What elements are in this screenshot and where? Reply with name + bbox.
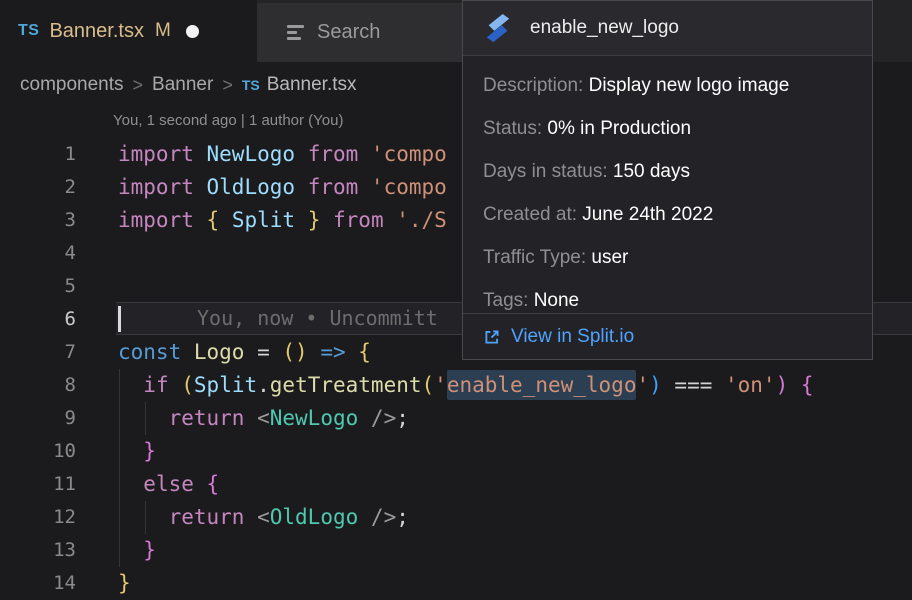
line-number: 6 <box>0 303 76 336</box>
breadcrumb-item-components[interactable]: components <box>20 74 124 96</box>
code-text: else { <box>118 468 219 501</box>
code-text: } <box>118 435 156 468</box>
tooltip-rows: Description: Display new logo imageStatu… <box>463 56 872 322</box>
line-number: 3 <box>0 204 76 237</box>
vscode-window: TS Banner.tsx M Search components > Bann… <box>0 0 912 600</box>
tooltip-row: Status: 0% in Production <box>483 107 852 150</box>
search-list-icon <box>287 25 304 40</box>
code-text: } <box>118 534 156 567</box>
tooltip-row-label: Status: <box>483 118 547 140</box>
code-line-10[interactable]: 10 } <box>0 435 912 468</box>
tooltip-row-label: Traffic Type: <box>483 247 591 269</box>
breadcrumb-item-banner[interactable]: Banner <box>152 74 213 96</box>
tooltip-row-value: user <box>591 247 628 269</box>
line-number: 7 <box>0 336 76 369</box>
line-number: 10 <box>0 435 76 468</box>
external-link-icon <box>483 328 501 346</box>
breadcrumb: components > Banner > TS Banner.tsx <box>20 74 357 96</box>
code-text: } <box>118 567 131 600</box>
tooltip-footer: View in Split.io <box>463 313 872 359</box>
code-text: const Logo = () => { <box>118 336 371 369</box>
line-number: 13 <box>0 534 76 567</box>
tooltip-row-label: Description: <box>483 75 589 97</box>
line-number: 4 <box>0 237 76 270</box>
tooltip-row-label: Created at: <box>483 204 582 226</box>
code-line-11[interactable]: 11 else { <box>0 468 912 501</box>
tooltip-row: Days in status: 150 days <box>483 150 852 193</box>
tooltip-row-value: Display new logo image <box>589 75 790 97</box>
code-text: import { Split } from './S <box>118 204 447 237</box>
line-number: 8 <box>0 369 76 402</box>
tooltip-header: enable_new_logo <box>463 1 872 56</box>
view-in-split-label: View in Split.io <box>511 326 634 348</box>
tooltip-row-value: None <box>534 290 579 312</box>
code-text: return <NewLogo />; <box>118 402 409 435</box>
tooltip-row-value: June 24th 2022 <box>582 204 713 226</box>
code-line-12[interactable]: 12 return <OldLogo />; <box>0 501 912 534</box>
split-io-logo-icon <box>483 13 513 43</box>
typescript-file-icon: TS <box>18 22 39 40</box>
tooltip-row-value: 0% in Production <box>547 118 691 140</box>
code-text: import OldLogo from 'compo <box>118 171 447 204</box>
feature-flag-name: enable_new_logo <box>530 17 679 39</box>
chevron-right-icon: > <box>222 75 233 96</box>
line-number: 9 <box>0 402 76 435</box>
tab-label: Banner.tsx <box>49 20 144 43</box>
code-line-13[interactable]: 13 } <box>0 534 912 567</box>
line-number: 1 <box>0 138 76 171</box>
tooltip-row-label: Days in status: <box>483 161 613 183</box>
breadcrumb-item-file[interactable]: Banner.tsx <box>267 74 357 96</box>
tab-search-label: Search <box>317 21 380 44</box>
code-text: return <OldLogo />; <box>118 501 409 534</box>
view-in-split-link[interactable]: View in Split.io <box>483 326 634 348</box>
code-line-14[interactable]: 14} <box>0 567 912 600</box>
line-number: 11 <box>0 468 76 501</box>
git-modified-badge: M <box>155 20 171 42</box>
tab-search[interactable]: Search <box>257 3 462 62</box>
tooltip-row: Description: Display new logo image <box>483 64 852 107</box>
tooltip-row-value: 150 days <box>613 161 690 183</box>
codelens-blame[interactable]: You, 1 second ago | 1 author (You) <box>113 112 343 129</box>
tooltip-row-label: Tags: <box>483 290 534 312</box>
line-number: 12 <box>0 501 76 534</box>
tooltip-row: Traffic Type: user <box>483 236 852 279</box>
unsaved-dot-icon[interactable] <box>186 25 199 38</box>
chevron-right-icon: > <box>133 75 144 96</box>
code-text: if (Split.getTreatment('enable_new_logo'… <box>118 369 814 402</box>
tab-banner-tsx[interactable]: TS Banner.tsx M <box>0 0 257 62</box>
split-feature-flag-tooltip: enable_new_logo Description: Display new… <box>462 0 873 360</box>
line-number: 14 <box>0 567 76 600</box>
code-line-8[interactable]: 8 if (Split.getTreatment('enable_new_log… <box>0 369 912 402</box>
typescript-file-icon: TS <box>242 77 260 93</box>
tooltip-row: Created at: June 24th 2022 <box>483 193 852 236</box>
line-number: 2 <box>0 171 76 204</box>
code-line-9[interactable]: 9 return <NewLogo />; <box>0 402 912 435</box>
code-text: import NewLogo from 'compo <box>118 138 447 171</box>
line-number: 5 <box>0 270 76 303</box>
